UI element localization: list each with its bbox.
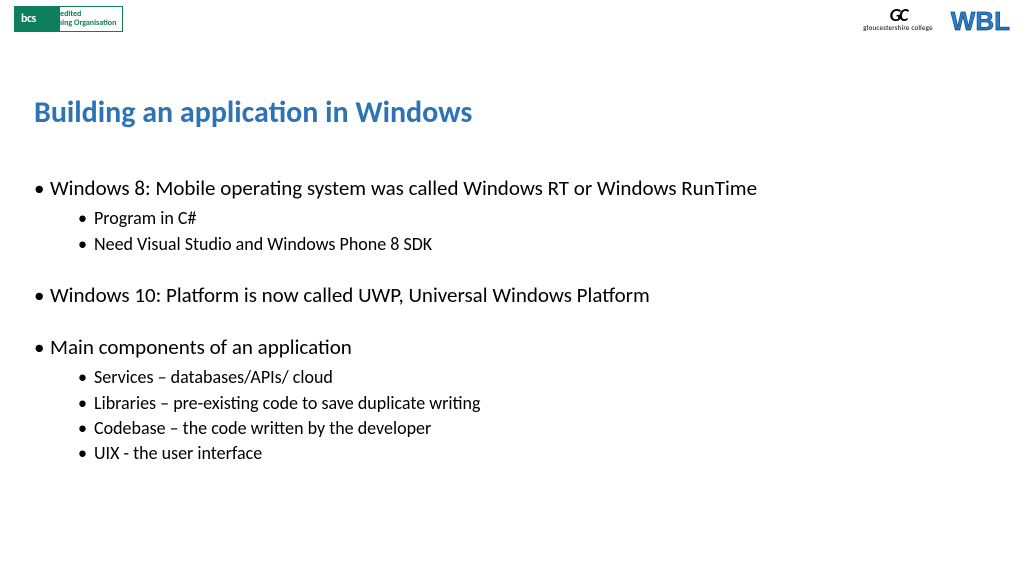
gc-logo: GC gloucestershire college bbox=[863, 6, 933, 31]
bcs-logo-group: bcs Accredited Training Organisation bbox=[14, 6, 123, 32]
bullet-item: Main components of an application Servic… bbox=[34, 333, 984, 466]
wbl-logo: WBL bbox=[951, 6, 1010, 37]
right-logo-group: GC gloucestershire college WBL bbox=[863, 6, 1010, 37]
bcs-line2: Training Organisation bbox=[46, 19, 117, 28]
sub-bullet: Program in C# bbox=[78, 206, 984, 231]
bullet-item: Windows 10: Platform is now called UWP, … bbox=[34, 281, 984, 309]
bcs-accredited-text: Accredited Training Organisation bbox=[42, 10, 121, 28]
bullet-text: Main components of an application bbox=[50, 334, 352, 360]
bcs-badge: bcs Accredited Training Organisation bbox=[14, 6, 123, 32]
bullet-text: Windows 10: Platform is now called UWP, … bbox=[50, 282, 650, 308]
bullet-text: Windows 8: Mobile operating system was c… bbox=[50, 175, 757, 201]
gc-mark: GC bbox=[863, 6, 933, 24]
sub-bullet: Libraries – pre-existing code to save du… bbox=[78, 391, 984, 416]
sub-bullet: UIX - the user interface bbox=[78, 441, 984, 466]
sub-bullet: Need Visual Studio and Windows Phone 8 S… bbox=[78, 232, 984, 257]
sub-list: Program in C# Need Visual Studio and Win… bbox=[50, 202, 984, 256]
bullet-item: Windows 8: Mobile operating system was c… bbox=[34, 174, 984, 257]
gc-subtitle: gloucestershire college bbox=[863, 24, 933, 31]
sub-list: Services – databases/APIs/ cloud Librari… bbox=[50, 361, 984, 466]
bullet-list: Windows 8: Mobile operating system was c… bbox=[34, 174, 984, 466]
bcs-logo-mark: bcs bbox=[15, 12, 42, 26]
sub-bullet: Codebase – the code written by the devel… bbox=[78, 416, 984, 441]
slide-title: Building an application in Windows bbox=[34, 94, 472, 131]
sub-bullet: Services – databases/APIs/ cloud bbox=[78, 365, 984, 390]
header-row: bcs Accredited Training Organisation GC … bbox=[0, 6, 1024, 46]
slide-content: Windows 8: Mobile operating system was c… bbox=[34, 174, 984, 490]
